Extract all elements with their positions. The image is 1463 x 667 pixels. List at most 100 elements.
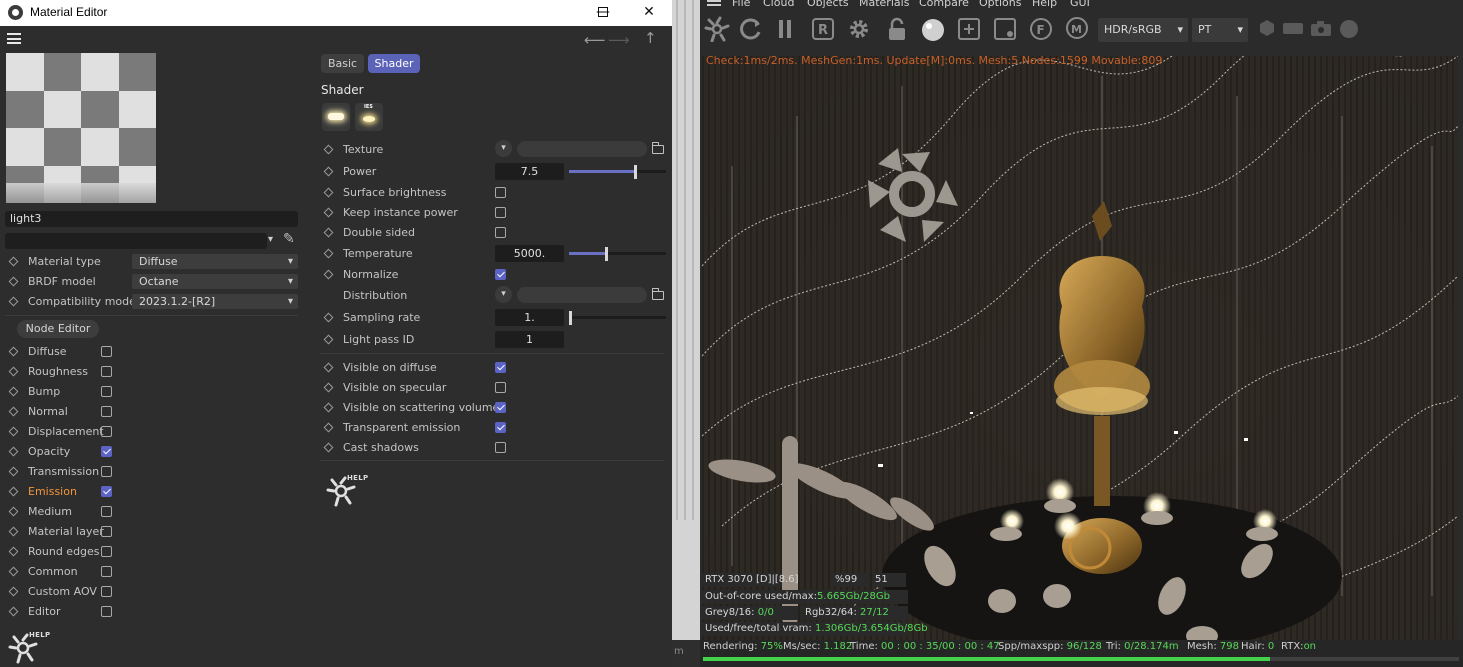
visible-on-scattering-checkbox[interactable] xyxy=(495,402,506,413)
brdf-model-dropdown[interactable]: Octane xyxy=(132,274,298,289)
keyframe-diamond-icon[interactable] xyxy=(8,366,19,377)
keyframe-diamond-icon[interactable] xyxy=(8,466,19,477)
folder-icon[interactable] xyxy=(651,288,664,300)
channel-label[interactable]: Medium xyxy=(28,505,72,518)
power-slider[interactable] xyxy=(569,164,666,179)
settings-gear-icon[interactable] xyxy=(846,16,872,42)
texture-slot[interactable] xyxy=(517,141,647,157)
keyframe-diamond-icon[interactable] xyxy=(8,386,19,397)
tab-shader[interactable]: Shader xyxy=(368,54,420,73)
add-region-icon[interactable] xyxy=(956,16,982,42)
keyframe-diamond-icon[interactable] xyxy=(323,402,334,413)
film-icon[interactable] xyxy=(1280,16,1306,42)
keyframe-diamond-icon[interactable] xyxy=(8,566,19,577)
keyframe-diamond-icon[interactable] xyxy=(8,276,19,287)
menu-cloud[interactable]: Cloud xyxy=(763,0,794,9)
keyframe-diamond-icon[interactable] xyxy=(323,269,334,280)
channel-checkbox[interactable] xyxy=(101,406,112,417)
channel-label[interactable]: Bump xyxy=(28,385,60,398)
forward-arrow-icon[interactable]: ⟶ xyxy=(608,31,630,49)
channel-label[interactable]: Round edges xyxy=(28,545,100,558)
channel-label[interactable]: Transmission xyxy=(28,465,99,478)
channel-label[interactable]: Custom AOV xyxy=(28,585,97,598)
camera-icon[interactable] xyxy=(1308,16,1334,42)
kernel-dropdown[interactable]: PT xyxy=(1192,18,1248,42)
keyframe-diamond-icon[interactable] xyxy=(323,207,334,218)
channel-checkbox[interactable] xyxy=(101,566,112,577)
channel-label[interactable]: Emission xyxy=(28,485,77,498)
keyframe-diamond-icon[interactable] xyxy=(323,166,334,177)
hamburger-menu-icon[interactable] xyxy=(7,33,21,44)
temperature-value-field[interactable]: 5000. xyxy=(495,245,564,262)
light-pass-id-field[interactable]: 1 xyxy=(495,331,564,348)
keyframe-diamond-icon[interactable] xyxy=(323,187,334,198)
back-arrow-icon[interactable]: ⟵ xyxy=(584,31,606,49)
channel-label[interactable]: Opacity xyxy=(28,445,70,458)
channel-label[interactable]: Normal xyxy=(28,405,68,418)
temperature-slider[interactable] xyxy=(569,246,666,261)
tab-basic[interactable]: Basic xyxy=(321,54,364,73)
power-slider-handle[interactable] xyxy=(633,164,637,179)
pause-render-icon[interactable] xyxy=(772,16,798,42)
compatibility-mode-dropdown[interactable]: 2023.1.2-[R2] xyxy=(132,294,298,309)
channel-checkbox[interactable] xyxy=(101,386,112,397)
power-value-field[interactable]: 7.5 xyxy=(495,163,564,180)
send-scene-icon[interactable] xyxy=(704,16,730,43)
channel-checkbox[interactable] xyxy=(101,546,112,557)
region-render-icon[interactable]: R xyxy=(810,16,836,42)
keyframe-diamond-icon[interactable] xyxy=(8,406,19,417)
keyframe-diamond-icon[interactable] xyxy=(323,227,334,238)
keyframe-diamond-icon[interactable] xyxy=(323,334,334,345)
distribution-slot-dropdown[interactable]: ▾ xyxy=(495,286,512,303)
keyframe-diamond-icon[interactable] xyxy=(8,446,19,457)
keyframe-diamond-icon[interactable] xyxy=(8,256,19,267)
lock-icon[interactable] xyxy=(884,16,910,42)
keyframe-diamond-icon[interactable] xyxy=(323,382,334,393)
focus-icon[interactable]: F xyxy=(1028,16,1054,42)
keyframe-diamond-icon[interactable] xyxy=(8,546,19,557)
keyframe-diamond-icon[interactable] xyxy=(8,296,19,307)
channel-checkbox[interactable] xyxy=(101,526,112,537)
menu-file[interactable]: File xyxy=(732,0,750,9)
ies-shader-icon[interactable]: IES xyxy=(355,103,383,131)
menu-compare[interactable]: Compare xyxy=(919,0,969,9)
channel-label[interactable]: Roughness xyxy=(28,365,88,378)
visible-on-specular-checkbox[interactable] xyxy=(495,382,506,393)
menu-objects[interactable]: Objects xyxy=(807,0,849,9)
emission-shader-icon[interactable] xyxy=(322,103,350,131)
keyframe-diamond-icon[interactable] xyxy=(323,422,334,433)
temperature-slider-handle[interactable] xyxy=(604,246,608,261)
distribution-slot[interactable] xyxy=(517,287,647,303)
menu-options[interactable]: Options xyxy=(979,0,1021,9)
channel-checkbox[interactable] xyxy=(101,426,112,437)
channel-checkbox[interactable] xyxy=(101,446,112,457)
keyframe-diamond-icon[interactable] xyxy=(323,248,334,259)
channel-checkbox[interactable] xyxy=(101,466,112,477)
normalize-checkbox[interactable] xyxy=(495,269,506,280)
menu-gui[interactable]: GUI xyxy=(1070,0,1090,9)
keyframe-diamond-icon[interactable] xyxy=(323,362,334,373)
channel-checkbox[interactable] xyxy=(101,366,112,377)
keyframe-diamond-icon[interactable] xyxy=(8,486,19,497)
channel-label[interactable]: Material layer xyxy=(28,525,104,538)
material-pick-icon[interactable]: M xyxy=(1064,16,1090,42)
keyframe-diamond-icon[interactable] xyxy=(323,442,334,453)
channel-label[interactable]: Editor xyxy=(28,605,61,618)
channel-checkbox[interactable] xyxy=(101,606,112,617)
keyframe-diamond-icon[interactable] xyxy=(8,606,19,617)
keyframe-diamond-icon[interactable] xyxy=(8,426,19,437)
channel-label[interactable]: Diffuse xyxy=(28,345,67,358)
material-preview[interactable] xyxy=(6,53,156,203)
hexagon-icon[interactable] xyxy=(1254,16,1280,42)
channel-label[interactable]: Common xyxy=(28,565,78,578)
cast-shadows-checkbox[interactable] xyxy=(495,442,506,453)
restart-render-icon[interactable] xyxy=(738,16,764,42)
close-button[interactable]: ✕ xyxy=(626,0,672,26)
up-arrow-icon[interactable]: ↑ xyxy=(644,29,657,47)
texture-slot-dropdown[interactable]: ▾ xyxy=(495,140,512,157)
channel-label[interactable]: Displacement xyxy=(28,425,104,438)
sampling-rate-field[interactable]: 1. xyxy=(495,309,564,326)
focus-pick-icon[interactable] xyxy=(992,16,1018,42)
channel-checkbox[interactable] xyxy=(101,586,112,597)
viewer-hamburger-icon[interactable] xyxy=(707,0,721,8)
